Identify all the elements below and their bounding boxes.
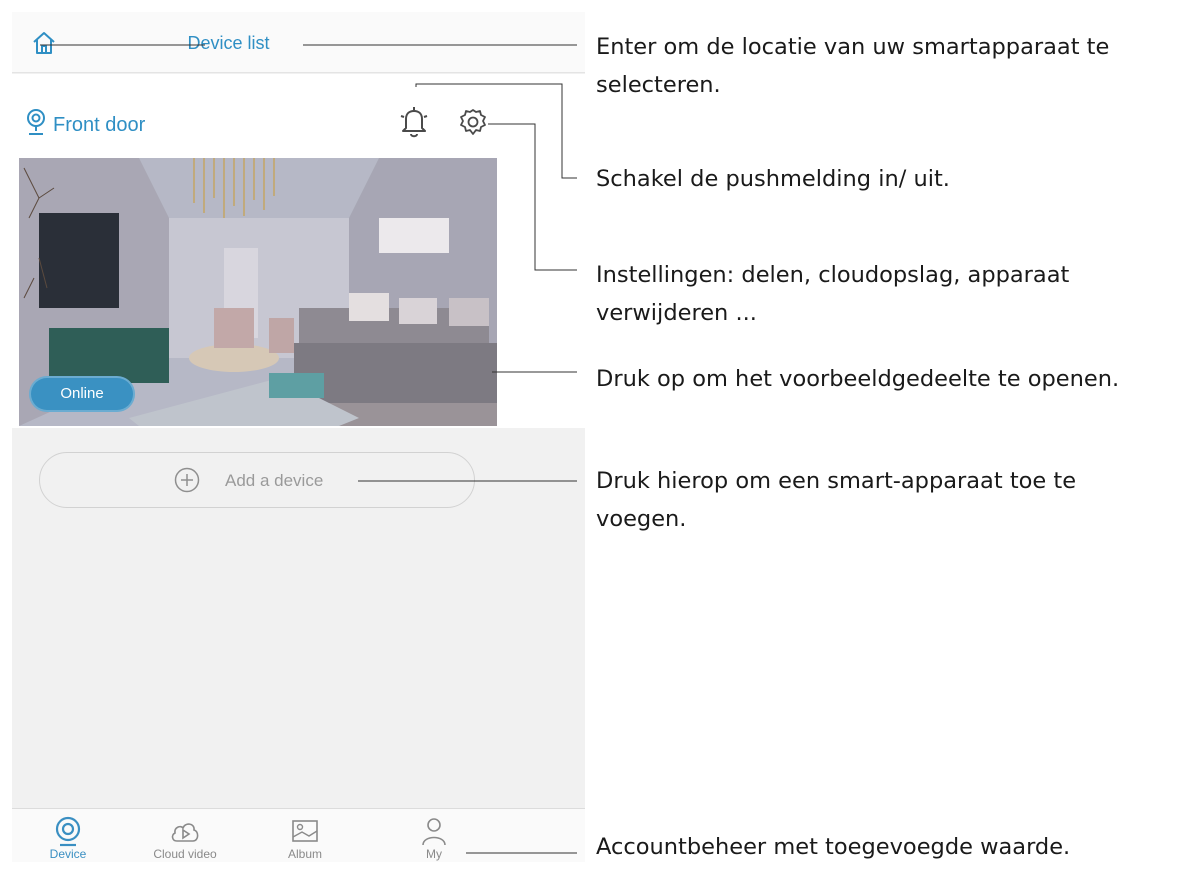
camera-preview[interactable]: Online — [19, 158, 497, 426]
bell-icon[interactable] — [398, 104, 430, 140]
device-camera-icon — [55, 816, 81, 847]
camera-icon — [27, 109, 45, 135]
callout-settings-line2: verwijderen ... — [596, 300, 757, 326]
tab-device[interactable]: Device — [18, 809, 118, 862]
add-device-label: Add a device — [225, 471, 324, 490]
tab-cloud-video-label: Cloud video — [153, 847, 217, 861]
status-badge: Online — [29, 376, 135, 412]
callout-location: Enter om de locatie van uw smartapparaat… — [596, 28, 1109, 104]
callout-add-line2: voegen. — [596, 506, 687, 532]
callout-add-line1: Druk hierop om een smart-apparaat toe te — [596, 468, 1077, 494]
tab-device-label: Device — [49, 847, 87, 861]
callout-location-line2: selecteren. — [596, 72, 721, 98]
gear-icon[interactable] — [458, 107, 488, 137]
callout-settings-line1: Instellingen: delen, cloudopslag, appara… — [596, 262, 1070, 288]
callout-account: Accountbeheer met toegevoegde waarde. — [596, 834, 1071, 860]
page-title[interactable]: Device list — [12, 33, 585, 54]
device-name[interactable]: Front door — [53, 114, 145, 137]
tab-cloud-video[interactable]: Cloud video — [135, 809, 235, 862]
tab-my[interactable]: My — [384, 809, 484, 862]
top-bar: Device list — [12, 12, 585, 73]
bottom-tab-bar: Device Cloud video Album My — [12, 808, 585, 862]
tab-album-label: Album — [287, 847, 322, 861]
callout-push: Schakel de pushmelding in/ uit. — [596, 166, 950, 192]
add-device-button[interactable]: Add a device — [39, 452, 475, 508]
album-icon — [292, 820, 318, 842]
device-card[interactable]: Front door Online — [12, 74, 585, 428]
tab-album[interactable]: Album — [255, 809, 355, 862]
callout-add: Druk hierop om een smart-apparaat toe te… — [596, 462, 1076, 538]
cloud-play-icon — [171, 823, 199, 842]
phone-screen: Device list Front door Online Add a devi… — [12, 12, 585, 862]
callout-location-line1: Enter om de locatie van uw smartapparaat… — [596, 34, 1110, 60]
callout-preview: Druk op om het voorbeeldgedeelte te open… — [596, 366, 1120, 392]
plus-circle-icon — [174, 467, 200, 493]
callout-settings: Instellingen: delen, cloudopslag, appara… — [596, 256, 1069, 332]
tab-my-label: My — [426, 847, 442, 861]
user-icon — [422, 818, 446, 846]
